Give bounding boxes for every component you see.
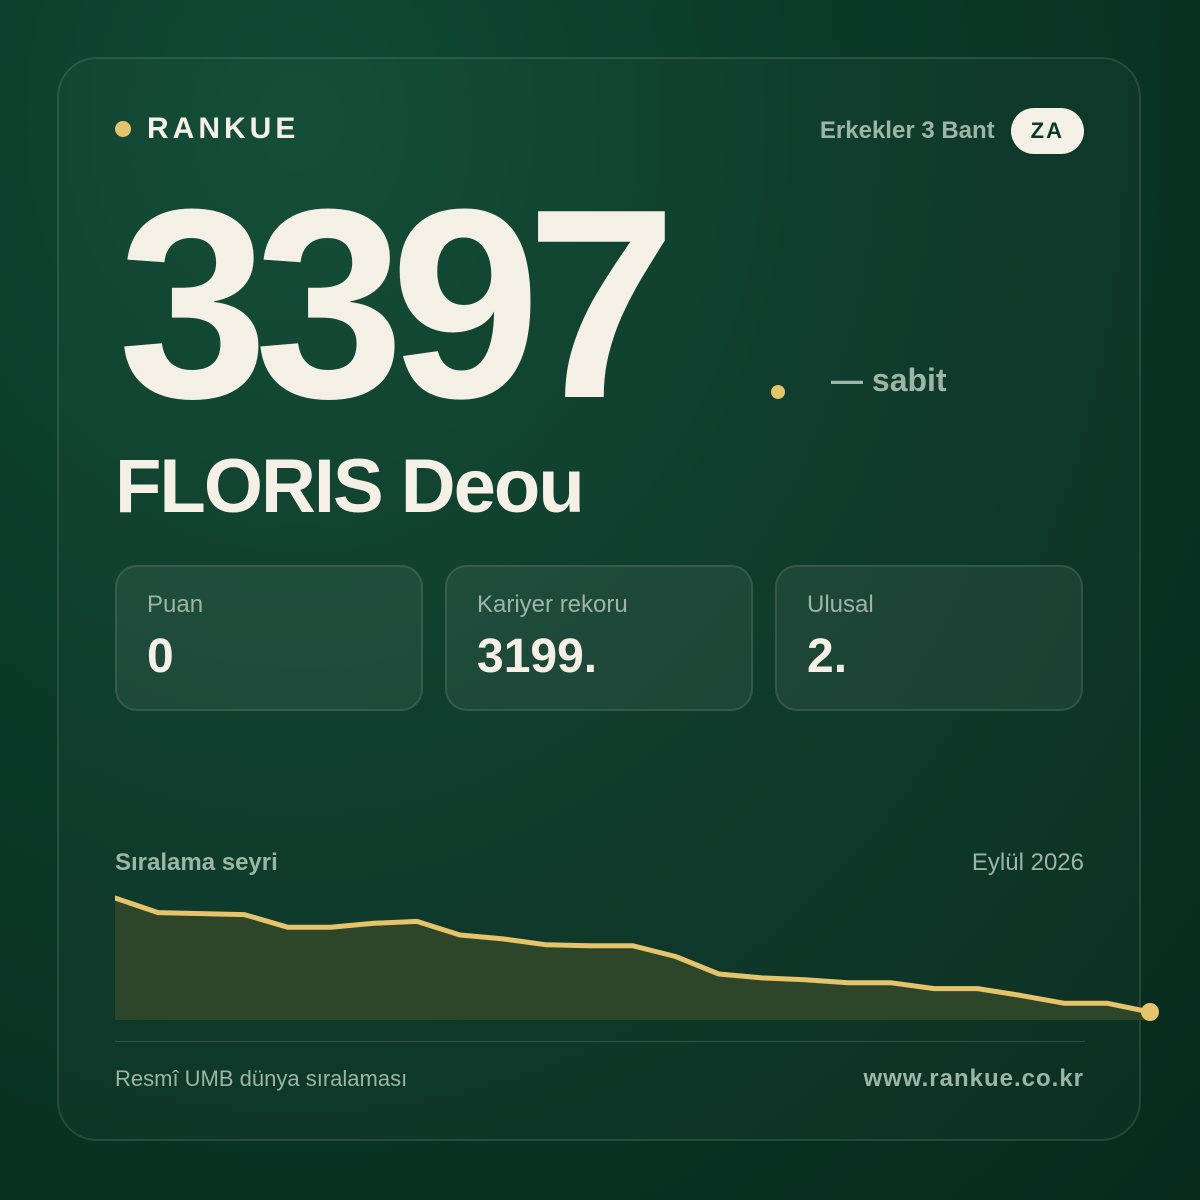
ranking-trend-chart bbox=[115, 895, 1159, 1021]
stat-value: 0 bbox=[147, 630, 174, 683]
footer-divider bbox=[115, 1041, 1085, 1042]
stat-card-national: Ulusal 2. bbox=[775, 565, 1083, 711]
stat-label: Puan bbox=[147, 591, 204, 618]
source-note: Resmî UMB dünya sıralaması bbox=[115, 1066, 408, 1091]
stat-value: 3199. bbox=[477, 630, 598, 683]
brand-name: RANKUE bbox=[147, 112, 300, 145]
stat-label: Ulusal bbox=[807, 591, 874, 618]
trend-dot bbox=[771, 385, 785, 399]
rank-number: 3397 bbox=[118, 154, 677, 455]
chart-title: Sıralama seyri bbox=[115, 849, 278, 876]
trend-label: — sabit bbox=[831, 362, 947, 398]
brand-dot bbox=[115, 121, 131, 137]
stat-card-points: Puan 0 bbox=[115, 565, 423, 711]
player-name: FLORIS Deou bbox=[115, 444, 585, 529]
stat-value: 2. bbox=[807, 630, 848, 683]
chart-area-fill bbox=[115, 898, 1150, 1020]
website-link[interactable]: www.rankue.co.kr bbox=[863, 1065, 1084, 1093]
brand: RANKUE bbox=[115, 112, 299, 146]
category-label: Erkekler 3 Bant bbox=[819, 117, 995, 144]
stat-label: Kariyer rekoru bbox=[477, 591, 628, 618]
stat-card-career-best: Kariyer rekoru 3199. bbox=[445, 565, 753, 711]
chart-date: Eylül 2026 bbox=[971, 849, 1084, 876]
country-badge: ZA bbox=[1010, 108, 1084, 154]
header-meta: Erkekler 3 Bant ZA bbox=[820, 108, 1084, 154]
chart-current-point bbox=[1141, 1003, 1159, 1021]
